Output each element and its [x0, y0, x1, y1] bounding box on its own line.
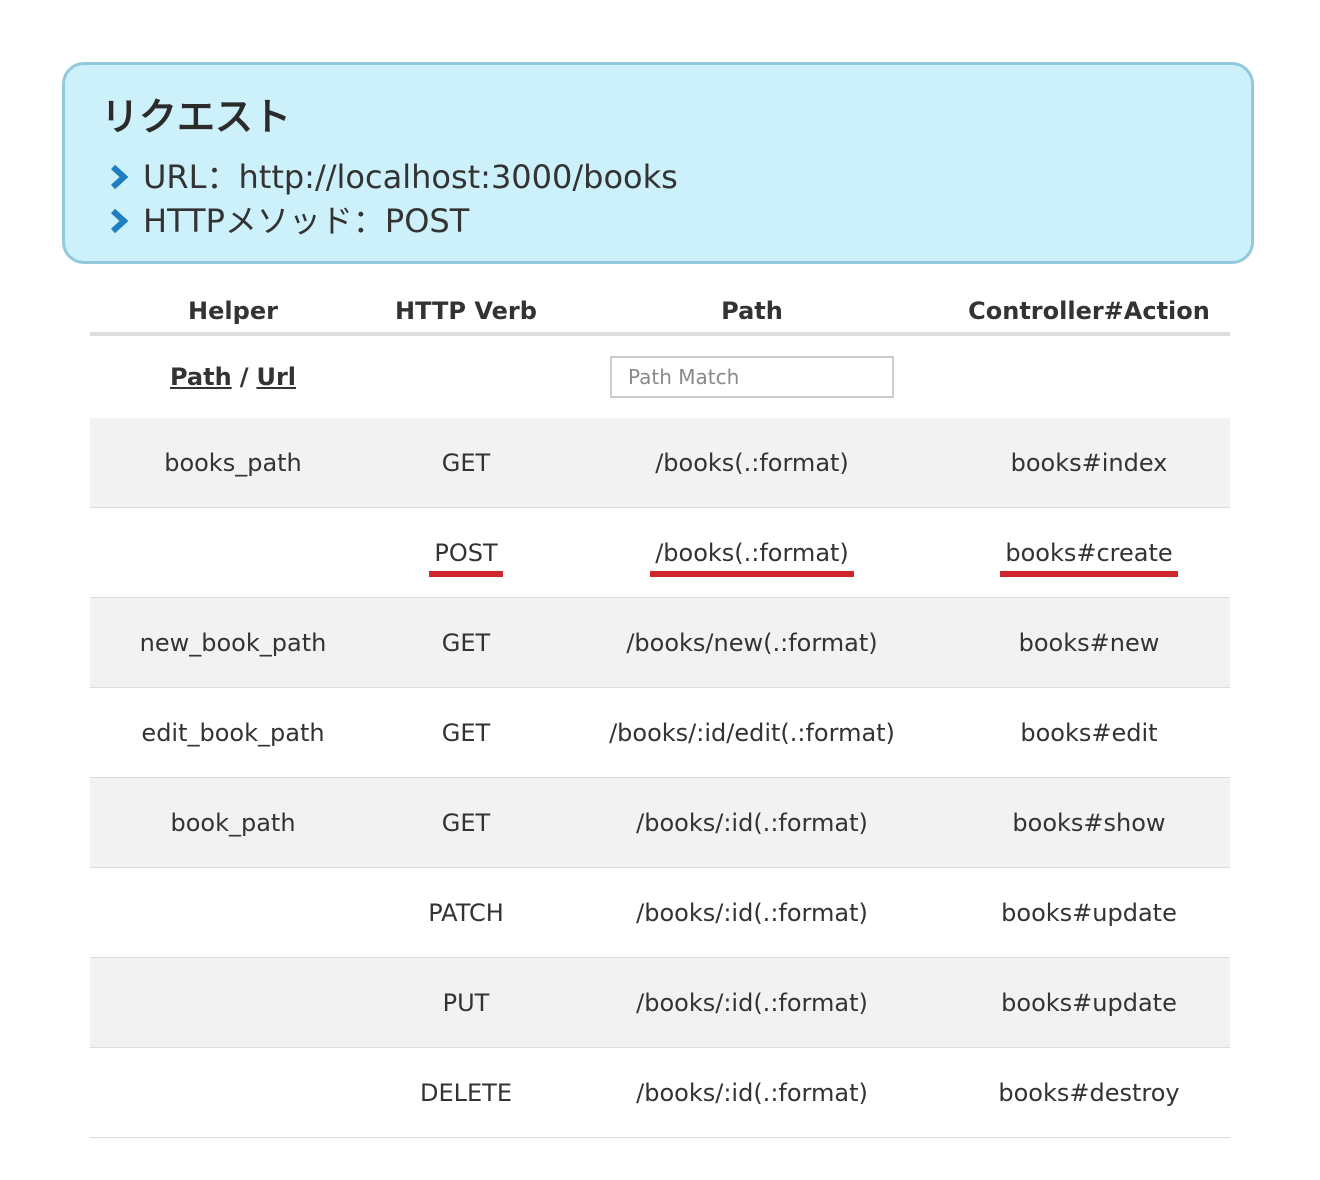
- cell-http-verb-text: PATCH: [428, 898, 504, 927]
- cell-path: /books/:id(.:format): [556, 778, 948, 867]
- table-row: edit_book_path GET/books/:id/edit(.:forma…: [90, 688, 1230, 778]
- path-match-cell: [556, 336, 948, 418]
- cell-helper: edit_book_path: [90, 688, 376, 777]
- cell-helper: [90, 868, 376, 957]
- cell-path-text: /books/:id(.:format): [636, 898, 868, 927]
- cell-helper-text: books_path: [164, 448, 302, 477]
- cell-controller-action-text: books#destroy: [998, 1078, 1180, 1107]
- cell-http-verb-text: DELETE: [419, 1078, 512, 1107]
- cell-http-verb: GET: [376, 598, 556, 687]
- cell-path-text: /books/:id(.:format): [636, 988, 868, 1017]
- cell-path-text: /books/:id(.:format): [636, 808, 868, 837]
- request-url-line: URL：http://localhost:3000/books: [107, 157, 678, 197]
- cell-http-verb: PUT: [376, 958, 556, 1047]
- header-controller-action: Controller#Action: [968, 297, 1210, 325]
- cell-controller-action: books#destroy: [948, 1048, 1230, 1137]
- table-row: DELETE/books/:id(.:format) books#destroy: [90, 1048, 1230, 1138]
- cell-http-verb-text: GET: [441, 808, 491, 837]
- cell-http-verb-text: GET: [441, 448, 491, 477]
- cell-http-verb: DELETE: [376, 1048, 556, 1137]
- request-title: リクエスト: [101, 95, 292, 139]
- cell-path: /books/new(.:format): [556, 598, 948, 687]
- request-info-box: リクエスト URL：http://localhost:3000/books HT…: [62, 62, 1254, 264]
- chevron-right-icon: [110, 164, 129, 190]
- table-row: books_path GET/books(.:format) books#index: [90, 418, 1230, 508]
- cell-http-verb: GET: [376, 688, 556, 777]
- cell-controller-action: books#edit: [948, 688, 1230, 777]
- cell-path: /books/:id(.:format): [556, 1048, 948, 1137]
- url-toggle-link[interactable]: Url: [256, 363, 296, 391]
- cell-controller-action: books#create: [948, 508, 1230, 597]
- path-match-input[interactable]: [610, 356, 894, 398]
- cell-path-text: /books/:id/edit(.:format): [609, 718, 895, 747]
- path-toggle-link[interactable]: Path: [170, 363, 232, 391]
- cell-helper-text: edit_book_path: [141, 718, 325, 747]
- cell-helper-text: new_book_path: [139, 628, 327, 657]
- table-row: POST/books(.:format) books#create: [90, 508, 1230, 598]
- cell-http-verb: GET: [376, 778, 556, 867]
- cell-controller-action-text: books#new: [1018, 628, 1160, 657]
- table-row: new_book_path GET/books/new(.:format) book…: [90, 598, 1230, 688]
- cell-controller-action-text: books#update: [1001, 898, 1177, 927]
- cell-controller-action-text: books#show: [1012, 808, 1166, 837]
- cell-helper: [90, 1048, 376, 1137]
- table-header-row: Helper HTTP Verb Path Controller#Action: [90, 290, 1230, 336]
- cell-controller-action-text: books#update: [1001, 988, 1177, 1017]
- cell-http-verb-text: GET: [441, 628, 491, 657]
- table-row: PATCH/books/:id(.:format) books#update: [90, 868, 1230, 958]
- toggle-separator: /: [239, 363, 249, 391]
- request-method-line: HTTPメソッド：POST: [107, 201, 469, 241]
- cell-controller-action: books#update: [948, 868, 1230, 957]
- cell-http-verb-text: GET: [441, 718, 491, 747]
- cell-path: /books/:id(.:format): [556, 958, 948, 1047]
- routes-table: Helper HTTP Verb Path Controller#Action …: [90, 290, 1230, 1138]
- filter-row: Path / Url: [90, 336, 1230, 418]
- cell-helper: [90, 958, 376, 1047]
- path-url-toggle: Path / Url: [90, 336, 376, 418]
- chevron-right-icon: [110, 208, 129, 234]
- cell-http-verb: GET: [376, 418, 556, 507]
- cell-path-text: /books(.:format): [655, 448, 849, 477]
- route-rows: books_path GET/books(.:format) books#index…: [90, 418, 1230, 1138]
- cell-path: /books/:id/edit(.:format): [556, 688, 948, 777]
- cell-path-text: /books/new(.:format): [626, 628, 878, 657]
- cell-http-verb-text: PUT: [442, 988, 490, 1017]
- cell-controller-action: books#new: [948, 598, 1230, 687]
- cell-http-verb-text: POST: [429, 538, 503, 577]
- request-url-text: URL：http://localhost:3000/books: [143, 158, 678, 196]
- cell-path: /books/:id(.:format): [556, 868, 948, 957]
- cell-http-verb: PATCH: [376, 868, 556, 957]
- cell-controller-action-text: books#create: [1000, 538, 1178, 577]
- cell-path: /books(.:format): [556, 418, 948, 507]
- cell-path-text: /books(.:format): [650, 538, 854, 577]
- cell-controller-action-text: books#edit: [1020, 718, 1158, 747]
- cell-helper: books_path: [90, 418, 376, 507]
- cell-helper: book_path: [90, 778, 376, 867]
- cell-controller-action: books#update: [948, 958, 1230, 1047]
- cell-controller-action: books#index: [948, 418, 1230, 507]
- table-row: PUT/books/:id(.:format) books#update: [90, 958, 1230, 1048]
- request-method-text: HTTPメソッド：POST: [143, 202, 470, 240]
- cell-helper-text: book_path: [170, 808, 296, 837]
- header-http-verb: HTTP Verb: [395, 297, 537, 325]
- cell-helper: [90, 508, 376, 597]
- table-row: book_path GET/books/:id(.:format) books#sh…: [90, 778, 1230, 868]
- cell-http-verb: POST: [376, 508, 556, 597]
- header-helper: Helper: [188, 297, 278, 325]
- cell-path-text: /books/:id(.:format): [636, 1078, 868, 1107]
- cell-controller-action-text: books#index: [1010, 448, 1168, 477]
- cell-path: /books(.:format): [556, 508, 948, 597]
- cell-controller-action: books#show: [948, 778, 1230, 867]
- header-path: Path: [721, 297, 783, 325]
- cell-helper: new_book_path: [90, 598, 376, 687]
